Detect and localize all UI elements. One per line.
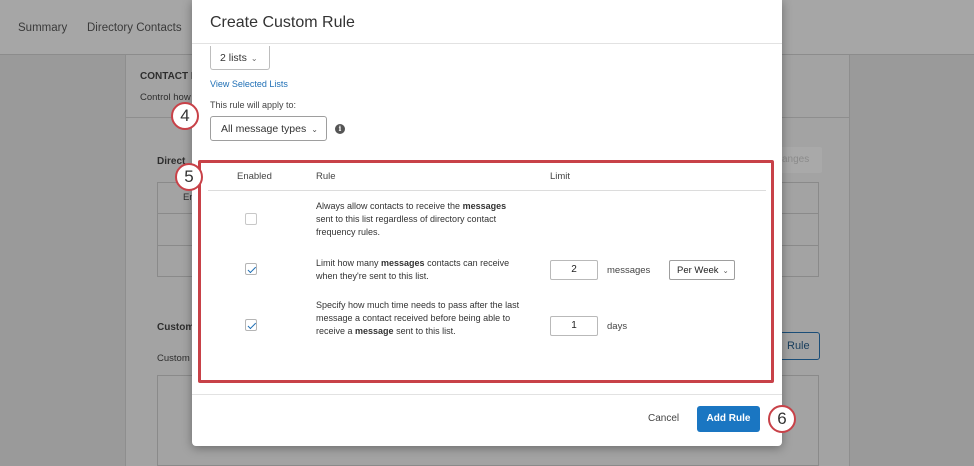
days-limit-input[interactable]: 1 [550,316,598,336]
message-type-dropdown[interactable]: All message types ⌄ [210,116,327,141]
messages-unit-label: messages [607,265,651,276]
callout-step-4: 4 [171,102,199,130]
frequency-dropdown[interactable]: Per Week ⌄ [669,260,735,280]
rule-text-part: sent to this list. [393,326,456,336]
rule-always-allow-text: Always allow contacts to receive the mes… [316,200,521,239]
rule-text-part: sent to this list regardless of director… [316,214,497,237]
chevron-down-icon: ⌄ [250,54,258,63]
callout-step-5: 5 [175,163,203,191]
rule-text-part: Limit how many [316,258,382,268]
add-rule-button[interactable]: Add Rule [697,406,760,432]
header-limit: Limit [550,171,571,182]
rule-limit-messages-text: Limit how many messages contacts can rec… [316,257,521,283]
rule-time-between-text: Specify how much time needs to pass afte… [316,299,521,338]
message-type-value: All message types [221,123,307,135]
view-selected-lists-link[interactable]: View Selected Lists [210,79,288,89]
rule-text-emphasis: messages [381,258,425,268]
footer-divider [192,394,782,395]
header-rule: Rule [316,171,336,182]
enable-time-between-checkbox[interactable] [245,319,257,331]
save-changes-label: anges [782,154,810,165]
chevron-down-icon: ⌄ [722,266,729,275]
nav-summary[interactable]: Summary [18,22,67,34]
header-divider [208,190,766,191]
rule-text-emphasis: message [355,326,394,336]
apply-to-label: This rule will apply to: [210,100,297,110]
add-rule-background-label: Rule [787,340,810,352]
contact-frequency-heading: CONTACT F [140,71,198,82]
modal-header: Create Custom Rule [192,0,782,44]
custom-rules-subtext: Custom [157,353,190,364]
header-enabled: Enabled [237,171,272,182]
rule-text-part: Always allow contacts to receive the [316,201,463,211]
custom-rules-heading: Custom [157,322,195,333]
rule-text-emphasis: messages [462,201,507,211]
modal-title: Create Custom Rule [210,14,355,31]
days-unit-label: days [607,321,628,332]
enable-limit-messages-checkbox[interactable] [245,263,257,275]
nav-directory-contacts[interactable]: Directory Contacts [87,22,182,34]
callout-step-6: 6 [768,405,796,433]
create-custom-rule-modal: Create Custom Rule 2 lists ⌄ View Selecte… [192,0,782,446]
frequency-value: Per Week [677,265,719,276]
chevron-down-icon: ⌄ [311,125,318,134]
enable-always-allow-checkbox[interactable] [245,213,257,225]
message-limit-input[interactable]: 2 [550,260,598,280]
info-icon[interactable]: i [335,124,345,134]
lists-dropdown[interactable]: 2 lists ⌄ [210,46,270,70]
cancel-button[interactable]: Cancel [648,413,679,424]
lists-dropdown-value: 2 lists [220,52,247,64]
